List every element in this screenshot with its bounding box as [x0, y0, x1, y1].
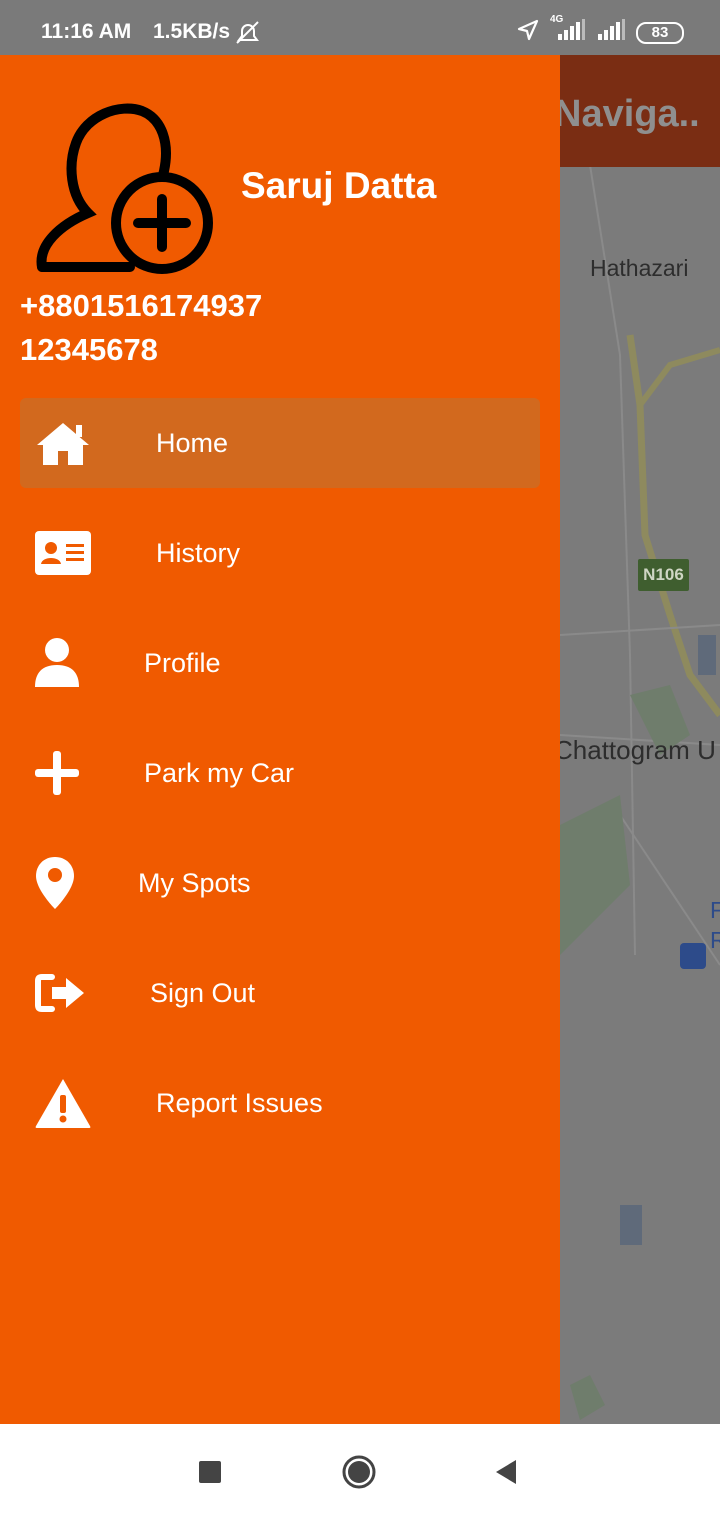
recent-apps-button[interactable]	[199, 1461, 221, 1488]
navigation-drawer: Saruj Datta +8801516174937 12345678 Home…	[0, 55, 560, 1424]
user-code: 12345678	[20, 332, 158, 367]
back-nav-button[interactable]	[494, 1459, 518, 1490]
map-background[interactable]: Naviga.. Hathazari Chattogram U F R N106	[560, 55, 720, 1424]
menu-item-label: Park my Car	[144, 758, 295, 788]
menu-item-park-my-car[interactable]: Park my Car	[20, 728, 540, 818]
map-label-chattogram: Chattogram U	[560, 735, 716, 765]
user-phone: +8801516174937	[20, 288, 263, 323]
menu-item-sign-out[interactable]: Sign Out	[20, 948, 540, 1038]
location-arrow-icon	[516, 18, 540, 47]
menu-item-label: Sign Out	[150, 978, 256, 1008]
road-shield: N106	[638, 559, 689, 591]
menu-item-profile[interactable]: Profile	[20, 618, 540, 708]
system-nav-bar	[0, 1424, 720, 1520]
menu-item-label: History	[156, 538, 241, 568]
location-pin-icon	[34, 855, 76, 911]
battery-indicator: 83	[636, 21, 684, 44]
signal-4g-icon: 4G	[550, 14, 586, 47]
map-label-hathazari: Hathazari	[590, 255, 689, 281]
menu-item-home[interactable]: Home	[20, 398, 540, 488]
status-bar: 11:16 AM 1.5KB/s 4G 83	[0, 0, 720, 55]
menu-item-label: Home	[156, 428, 229, 458]
user-name: Saruj Datta	[241, 165, 437, 206]
home-nav-button[interactable]	[341, 1454, 377, 1495]
sign-out-icon	[34, 965, 86, 1021]
id-card-icon	[34, 525, 92, 581]
menu-item-report-issues[interactable]: Report Issues	[20, 1058, 540, 1148]
menu-item-label: Report Issues	[156, 1088, 323, 1118]
menu-item-my-spots[interactable]: My Spots	[20, 838, 540, 928]
home-icon	[34, 415, 92, 471]
menu-item-label: My Spots	[138, 868, 251, 898]
signal-icon	[596, 18, 626, 47]
map-label-f: F	[710, 897, 720, 923]
warning-icon	[34, 1075, 92, 1131]
app-bar-title: Naviga..	[560, 93, 700, 135]
user-icon	[34, 635, 80, 691]
plus-icon	[34, 745, 80, 801]
status-network-speed: 1.5KB/s	[153, 20, 231, 43]
menu-item-label: Profile	[144, 648, 221, 678]
app-bar: Naviga..	[560, 55, 720, 167]
train-station-icon	[680, 943, 706, 969]
alarm-off-icon	[234, 20, 262, 51]
menu-item-history[interactable]: History	[20, 508, 540, 598]
add-user-avatar-icon[interactable]	[30, 95, 220, 280]
status-time: 11:16 AM	[41, 20, 132, 43]
map-label-r: R	[710, 927, 720, 953]
network-type-label: 4G	[550, 14, 564, 25]
status-right-group: 4G 83	[516, 14, 684, 47]
